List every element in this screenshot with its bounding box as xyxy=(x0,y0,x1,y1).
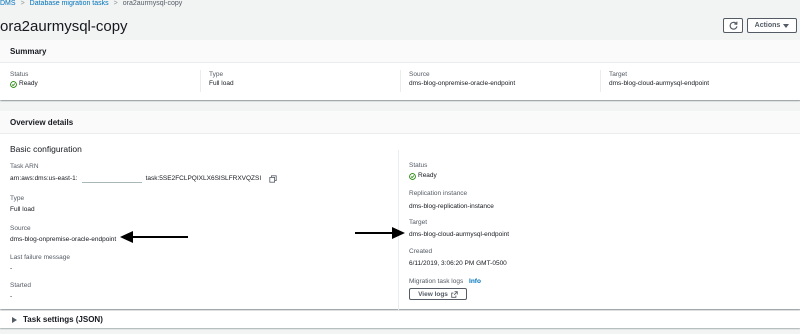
task-arn-value: arn:aws:dms:us-east-1: task:5SE2FCLPQIXL… xyxy=(10,174,277,184)
breadcrumb-tasks-link[interactable]: Database migration tasks xyxy=(30,0,109,7)
started-value: - xyxy=(10,293,13,300)
breadcrumb: DMS > Database migration tasks > ora2aur… xyxy=(0,0,182,7)
started-label: Started xyxy=(10,282,31,289)
replication-field: Replication instance dms-blog-replicatio… xyxy=(409,189,494,212)
overview-title: Overview details xyxy=(10,117,74,127)
created-label: Created xyxy=(409,248,433,255)
overview-panel: Overview details xyxy=(0,111,800,309)
task-arn-suffix: task:5SE2FCLPQIXLX6SISLFRXVQZSI xyxy=(145,175,262,182)
view-logs-button[interactable]: View logs xyxy=(409,288,467,300)
target-field: Target dms-blog-cloud-aurmysql-endpoint xyxy=(409,218,509,240)
summary-header: Summary xyxy=(0,40,800,63)
info-link[interactable]: Info xyxy=(469,278,481,285)
replication-value: dms-blog-replication-instance xyxy=(409,203,494,210)
target-label: Target xyxy=(409,219,428,226)
summary-status-value-wrap: Ready xyxy=(10,79,200,89)
left-pointing-arrow xyxy=(120,231,188,243)
summary-columns: Status Ready Type Full load Source dms-b… xyxy=(0,70,800,92)
last-failure-label: Last failure message xyxy=(10,254,70,261)
summary-status-label: Status xyxy=(10,71,29,78)
last-failure-value: - xyxy=(10,265,13,272)
type-value: Full load xyxy=(10,206,35,213)
source-label: Source xyxy=(10,225,31,232)
task-settings-toggle[interactable]: Task settings (JSON) xyxy=(0,311,800,328)
summary-source-value: dms-blog-onpremise-oracle-endpoint xyxy=(409,80,516,87)
copy-icon[interactable] xyxy=(269,175,277,183)
logs-label-wrap: Migration task logs Info xyxy=(409,277,481,286)
summary-status-value: Ready xyxy=(19,80,38,87)
status-label: Status xyxy=(409,162,428,169)
breadcrumb-dms-link[interactable]: DMS xyxy=(0,0,16,7)
summary-source: Source dms-blog-onpremise-oracle-endpoin… xyxy=(400,70,599,92)
last-failure-field: Last failure message - xyxy=(10,253,70,274)
summary-type-value: Full load xyxy=(209,80,234,87)
check-circle-icon xyxy=(10,80,17,88)
status-field: Status Ready xyxy=(409,161,437,181)
check-circle-icon xyxy=(409,172,416,180)
caret-right-icon xyxy=(12,316,17,323)
chevron-right-icon: > xyxy=(113,0,118,7)
summary-type-label: Type xyxy=(209,71,224,78)
breadcrumb-current: ora2aurmysql-copy xyxy=(122,0,183,7)
task-arn-prefix: arn:aws:dms:us-east-1: xyxy=(10,175,78,182)
replication-label: Replication instance xyxy=(409,190,468,197)
right-pointing-arrow xyxy=(355,227,405,239)
status-value-wrap: Ready xyxy=(409,171,437,181)
external-link-icon xyxy=(451,290,458,298)
target-value: dms-blog-cloud-aurmysql-endpoint xyxy=(409,231,510,238)
summary-source-label: Source xyxy=(409,71,430,78)
overview-header: Overview details xyxy=(0,111,800,134)
created-field: Created 6/11/2019, 3:06:20 PM GMT-0500 xyxy=(409,247,507,269)
source-field: Source dms-blog-onpremise-oracle-endpoin… xyxy=(10,224,116,245)
source-value: dms-blog-onpremise-oracle-endpoint xyxy=(10,236,117,243)
chevron-right-icon: > xyxy=(20,0,25,7)
task-arn-label: Task ARN xyxy=(10,163,39,170)
created-value: 6/11/2019, 3:06:20 PM GMT-0500 xyxy=(409,260,507,267)
page-title: ora2aurmysql-copy xyxy=(0,18,128,35)
type-label: Type xyxy=(10,195,25,202)
summary-target: Target dms-blog-cloud-aurmysql-endpoint xyxy=(600,70,799,92)
actions-button[interactable]: Actions xyxy=(747,18,797,33)
view-logs-label: View logs xyxy=(418,290,448,298)
redacted-account-id xyxy=(81,176,142,183)
task-settings-label: Task settings (JSON) xyxy=(23,315,103,324)
actions-label: Actions xyxy=(754,22,781,29)
status-value: Ready xyxy=(418,172,437,179)
summary-target-label: Target xyxy=(609,71,628,78)
summary-target-value: dms-blog-cloud-aurmysql-endpoint xyxy=(609,80,710,87)
task-arn-field: Task ARN arn:aws:dms:us-east-1: task:5SE… xyxy=(10,162,277,184)
summary-type: Type Full load xyxy=(200,70,399,92)
basic-config-heading: Basic configuration xyxy=(10,144,82,154)
logs-label: Migration task logs xyxy=(409,278,464,285)
summary-title: Summary xyxy=(10,46,47,56)
type-field: Type Full load xyxy=(10,194,35,215)
refresh-button[interactable] xyxy=(723,18,743,33)
caret-down-icon xyxy=(783,23,790,28)
started-field: Started - xyxy=(10,281,31,302)
summary-status: Status Ready xyxy=(2,70,200,92)
refresh-icon xyxy=(729,21,738,30)
logs-field: Migration task logs Info xyxy=(409,277,481,286)
